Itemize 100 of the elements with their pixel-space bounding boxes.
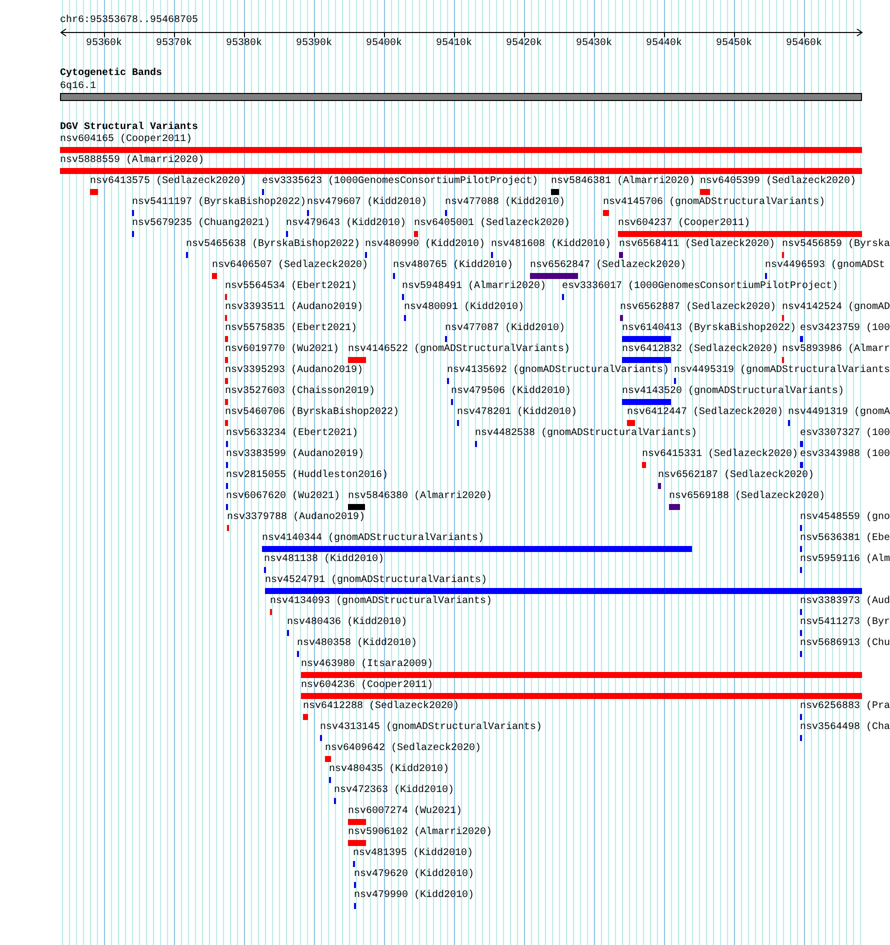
variant-label: nsv4145706 (gnomADStructuralVariants) [603,198,826,208]
variant-label: nsv5564534 (Ebert2021) [225,282,358,292]
variant-label: nsv5633234 (Ebert2021) [226,429,358,439]
tick-label: 95360k [84,39,123,49]
variant-label: nsv480358 (Kidd2010) [297,639,418,649]
variant-label: nsv4491319 (gnomA [788,408,890,418]
variant-label: nsv479607 (Kidd2010) [307,198,428,208]
variant-label: nsv6140413 (ByrskaBishop2022) [622,324,796,334]
variant-label: nsv6412288 (Sedlazeck2020) [303,702,460,712]
variant-label: nsv5465638 (ByrskaBishop2022) [186,240,360,250]
tick-label: 95420k [504,39,543,49]
variant-label: nsv4482538 (gnomADStructuralVariants) [475,429,698,439]
variant-label: nsv4496593 (gnomADSt [765,261,886,271]
variant-label: nsv4313145 (gnomADStructuralVariants) [320,723,542,733]
variant-label: nsv5460706 (ByrskaBishop2022) [225,408,400,418]
variant-label: nsv3395293 (Audano2019) [225,366,364,376]
variant-label: nsv480765 (Kidd2010) [393,261,514,271]
variant-label: nsv6413575 (Sedlazeck2020) [90,177,246,187]
tick-label: 95410k [434,39,473,49]
track-title: DGV Structural Variants [60,123,198,133]
variant-label: nsv6019770 (Wu2021) [225,345,340,355]
band-label: 6q16.1 [60,82,96,92]
variant-label: nsv4548559 (gno [800,513,890,523]
variant-label: nsv4524791 (gnomADStructuralVariants) [265,576,488,586]
variant-label: nsv5686913 (Chu [800,639,890,649]
variant-label: nsv5948491 (Almarri2020) [402,282,546,292]
variant-label: nsv5888559 (Almarri2020) [60,156,204,166]
variant-label: nsv6412447 (Sedlazeck2020) [627,408,784,418]
variant-label: esv3336017 (1000GenomesConsortiumPilotProject) [562,282,838,292]
variant-label: nsv6562887 (Sedlazeck2020) [620,303,776,313]
tick-label: 95430k [574,39,613,49]
variant-label: nsv4142524 (gnomAD [782,303,890,313]
variant-label: esv3307327 (100 [800,429,890,439]
variant-label: nsv5906102 (Almarri2020) [348,828,492,838]
variant-label: nsv604165 (Cooper2011) [60,135,192,145]
variant-label: nsv6406507 (Sedlazeck2020) [212,261,368,271]
variant-label: nsv3383599 (Audano2019) [226,450,364,460]
variant-label: nsv4140344 (gnomADStructuralVariants) [262,534,484,544]
variant-label: nsv604236 (Cooper2011) [301,681,434,691]
variant-label: esv3335623 (1000GenomesConsortiumPilotProject) [262,177,538,187]
variant-label: nsv6405001 (Sedlazeck2020) [414,219,570,229]
variant-label: nsv3379788 (Audano2019) [227,513,366,523]
tick-label: 95460k [784,39,823,49]
variant-label: nsv480990 (Kidd2010) [365,240,486,250]
tick-label: 95400k [364,39,403,49]
variant-label: nsv6067620 (Wu2021) [226,492,340,502]
variant-label: nsv4134093 (gnomADStructuralVariants) [270,597,492,607]
variant-label: nsv5411197 (ByrskaBishop2022) [132,198,306,208]
variant-label: nsv6569188 (Sedlazeck2020) [669,492,826,502]
variant-label: nsv481608 (Kidd2010) [491,240,612,250]
variant-label: nsv6568411 (Sedlazeck2020) [619,240,776,250]
tick-label: 95450k [714,39,753,49]
variant-label: nsv4143520 (gnomADStructuralVariants) [622,387,844,397]
variant-label: nsv5893986 (Almarr [782,345,890,355]
variant-label: nsv5846380 (Almarri2020) [348,492,492,502]
track-title: Cytogenetic Bands [60,69,162,79]
variant-label: nsv5575835 (Ebert2021) [225,324,358,334]
variant-label: nsv6562847 (Sedlazeck2020) [530,261,686,271]
variant-label: esv3343988 (100 [800,450,890,460]
variant-label: nsv3564498 (Cha [800,723,890,733]
variant-label: nsv5411273 (Byr [800,618,890,628]
variant-label: nsv4146522 (gnomADStructuralVariants) [348,345,570,355]
variant-label: esv3423759 (100 [800,324,890,334]
variant-label: nsv479506 (Kidd2010) [451,387,572,397]
variant-label: nsv478201 (Kidd2010) [457,408,578,418]
variant-label: nsv6409642 (Sedlazeck2020) [325,744,482,754]
variant-label: nsv6412832 (Sedlazeck2020) [622,345,778,355]
variant-label: nsv604237 (Cooper2011) [618,219,750,229]
variant-label: nsv6405399 (Sedlazeck2020) [700,177,856,187]
variant-label: nsv4495319 (gnomADStructuralVariants [674,366,890,376]
variant-label: nsv479643 (Kidd2010) [286,219,406,229]
variant-label: nsv4135692 (gnomADStructuralVariants) [447,366,670,376]
variant-label: nsv5679235 (Chuang2021) [132,219,270,229]
variant-label: nsv6415331 (Sedlazeck2020) [642,450,798,460]
variant-label: nsv477087 (Kidd2010) [445,324,566,334]
region-label: chr6:95353678..95468705 [60,16,198,26]
variant-label: nsv3527603 (Chaisson2019) [225,387,376,397]
variant-label: nsv481395 (Kidd2010) [353,849,474,859]
variant-label: nsv6562187 (Sedlazeck2020) [658,471,814,481]
variant-label: nsv3393511 (Audano2019) [225,303,364,313]
variant-label: nsv5456859 (Byrska [782,240,890,250]
variant-label: nsv5846381 (Almarri2020) [551,177,696,187]
variant-label: nsv480091 (Kidd2010) [404,303,524,313]
variant-label: nsv5636381 (Ebe [800,534,890,544]
tick-label: 95440k [644,39,683,49]
variant-label: nsv5959116 (Alm [800,555,890,565]
variant-label: nsv480435 (Kidd2010) [329,765,450,775]
variant-label: nsv479990 (Kidd2010) [354,891,474,901]
variant-label: nsv481138 (Kidd2010) [264,555,384,565]
variant-label: nsv6007274 (Wu2021) [348,807,462,817]
variant-label: nsv6256883 (Pra [800,702,890,712]
variant-label: nsv479620 (Kidd2010) [354,870,474,880]
tick-label: 95380k [224,39,263,49]
variant-label: nsv480436 (Kidd2010) [287,618,408,628]
variant-label: nsv463980 (Itsara2009) [301,660,434,670]
variant-label: nsv2815055 (Huddleston2016) [226,471,388,481]
variant-label: nsv3383973 (Aud [800,597,890,607]
variant-label: nsv477088 (Kidd2010) [445,198,566,208]
tick-label: 95390k [294,39,333,49]
tick-label: 95370k [154,39,193,49]
